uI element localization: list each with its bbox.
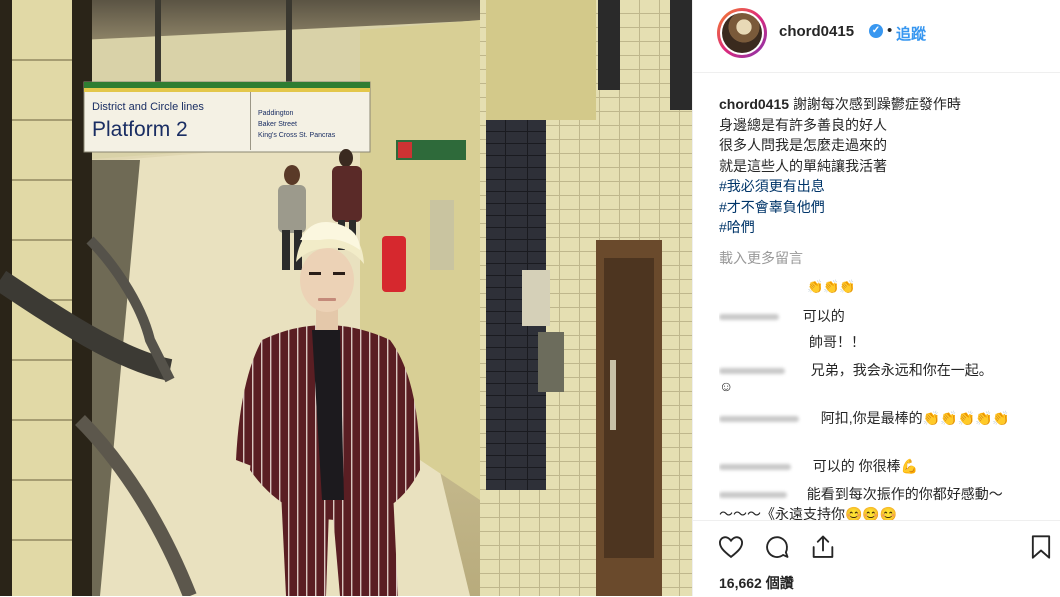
redacted-username: [719, 368, 785, 375]
caption-line-4: 就是這些人的單純讓我活著: [719, 157, 887, 174]
comment-text: ☺: [719, 378, 734, 394]
station-photo-illustration: District and Circle lines Platform 2 Pad…: [0, 0, 692, 596]
bookmark-icon[interactable]: [1027, 533, 1055, 561]
hashtag-link[interactable]: #才不會辜負他們: [719, 197, 1049, 218]
comment-text: 帥哥！！: [809, 334, 865, 350]
comment-text: 可以的: [802, 308, 845, 324]
comment-text: 能看到每次振作的你都好感動～: [806, 486, 1003, 502]
comments-list: 👏👏👏 可以的 帥哥！！ 兄弟，我会永远和你在一起。 ☺ 阿扣,你是最棒的👏👏👏…: [719, 270, 1049, 520]
comment-text: ～～～《永遠支持你😊😊😊: [719, 506, 898, 520]
sign-line-text: District and Circle lines: [92, 101, 204, 113]
comment-item: 可以的: [719, 306, 845, 326]
comment-text: 👏👏👏: [807, 279, 856, 294]
heart-icon[interactable]: [717, 533, 745, 561]
share-icon[interactable]: [809, 533, 837, 561]
comment-text: 阿扣,你是最棒的👏👏👏👏👏: [820, 410, 1010, 426]
comment-item: ～～～《永遠支持你😊😊😊: [719, 504, 897, 520]
comment-item: 阿扣,你是最棒的👏👏👏👏👏: [719, 408, 1010, 428]
redacted-username: [719, 492, 787, 499]
header-separator: •: [887, 22, 893, 39]
comment-item: 能看到每次振作的你都好感動～: [719, 484, 1003, 504]
comment-item: ☺: [719, 378, 733, 394]
comment-item: 👏👏👏: [807, 278, 856, 295]
load-more-comments-button[interactable]: 載入更多留言: [719, 248, 803, 268]
verified-badge-icon: ✓: [869, 24, 883, 38]
comment-icon[interactable]: [763, 533, 791, 561]
post-photo[interactable]: District and Circle lines Platform 2 Pad…: [0, 0, 692, 596]
likes-count[interactable]: 16,662 個讚: [719, 573, 794, 593]
follow-button[interactable]: 追蹤: [896, 23, 926, 44]
post-actions-bar: 16,662 個讚: [693, 520, 1060, 597]
hashtag-link[interactable]: #我必須更有出息: [719, 176, 1049, 197]
avatar[interactable]: [717, 8, 767, 58]
instagram-post: District and Circle lines Platform 2 Pad…: [0, 0, 1060, 596]
sign-stop-3: King's Cross St. Pancras: [258, 132, 336, 139]
caption-line-3: 很多人問我是怎麼走過來的: [719, 137, 887, 153]
hashtag-link[interactable]: #哈們: [719, 217, 1049, 238]
comment-item: 帥哥！！: [809, 332, 865, 352]
sign-stop-1: Paddington: [258, 110, 294, 117]
comment-item: 兄弟，我会永远和你在一起。: [719, 360, 993, 380]
post-details-panel: chord0415 ✓ • 追蹤 chord0415 謝謝每次感到躁鬱症發作時 …: [692, 0, 1060, 596]
sign-platform-text: Platform 2: [92, 118, 188, 141]
caption-line-2: 身邊總是有許多善良的好人: [719, 116, 887, 133]
sign-stop-2: Baker Street: [258, 121, 297, 128]
header-username[interactable]: chord0415: [779, 23, 854, 40]
redacted-username: [719, 416, 799, 423]
post-caption: chord0415 謝謝每次感到躁鬱症發作時 身邊總是有許多善良的好人 很多人問…: [719, 94, 1049, 238]
comment-text: 可以的 你很棒💪: [812, 458, 919, 474]
caption-username[interactable]: chord0415: [719, 96, 789, 112]
redacted-username: [719, 314, 779, 321]
comment-item: 可以的 你很棒💪: [719, 456, 918, 476]
avatar-photo: [722, 13, 762, 53]
comment-text: 兄弟，我会永远和你在一起。: [810, 362, 993, 378]
post-header: chord0415 ✓ • 追蹤: [693, 0, 1060, 73]
caption-line-1: 謝謝每次感到躁鬱症發作時: [792, 96, 961, 112]
redacted-username: [719, 464, 791, 471]
